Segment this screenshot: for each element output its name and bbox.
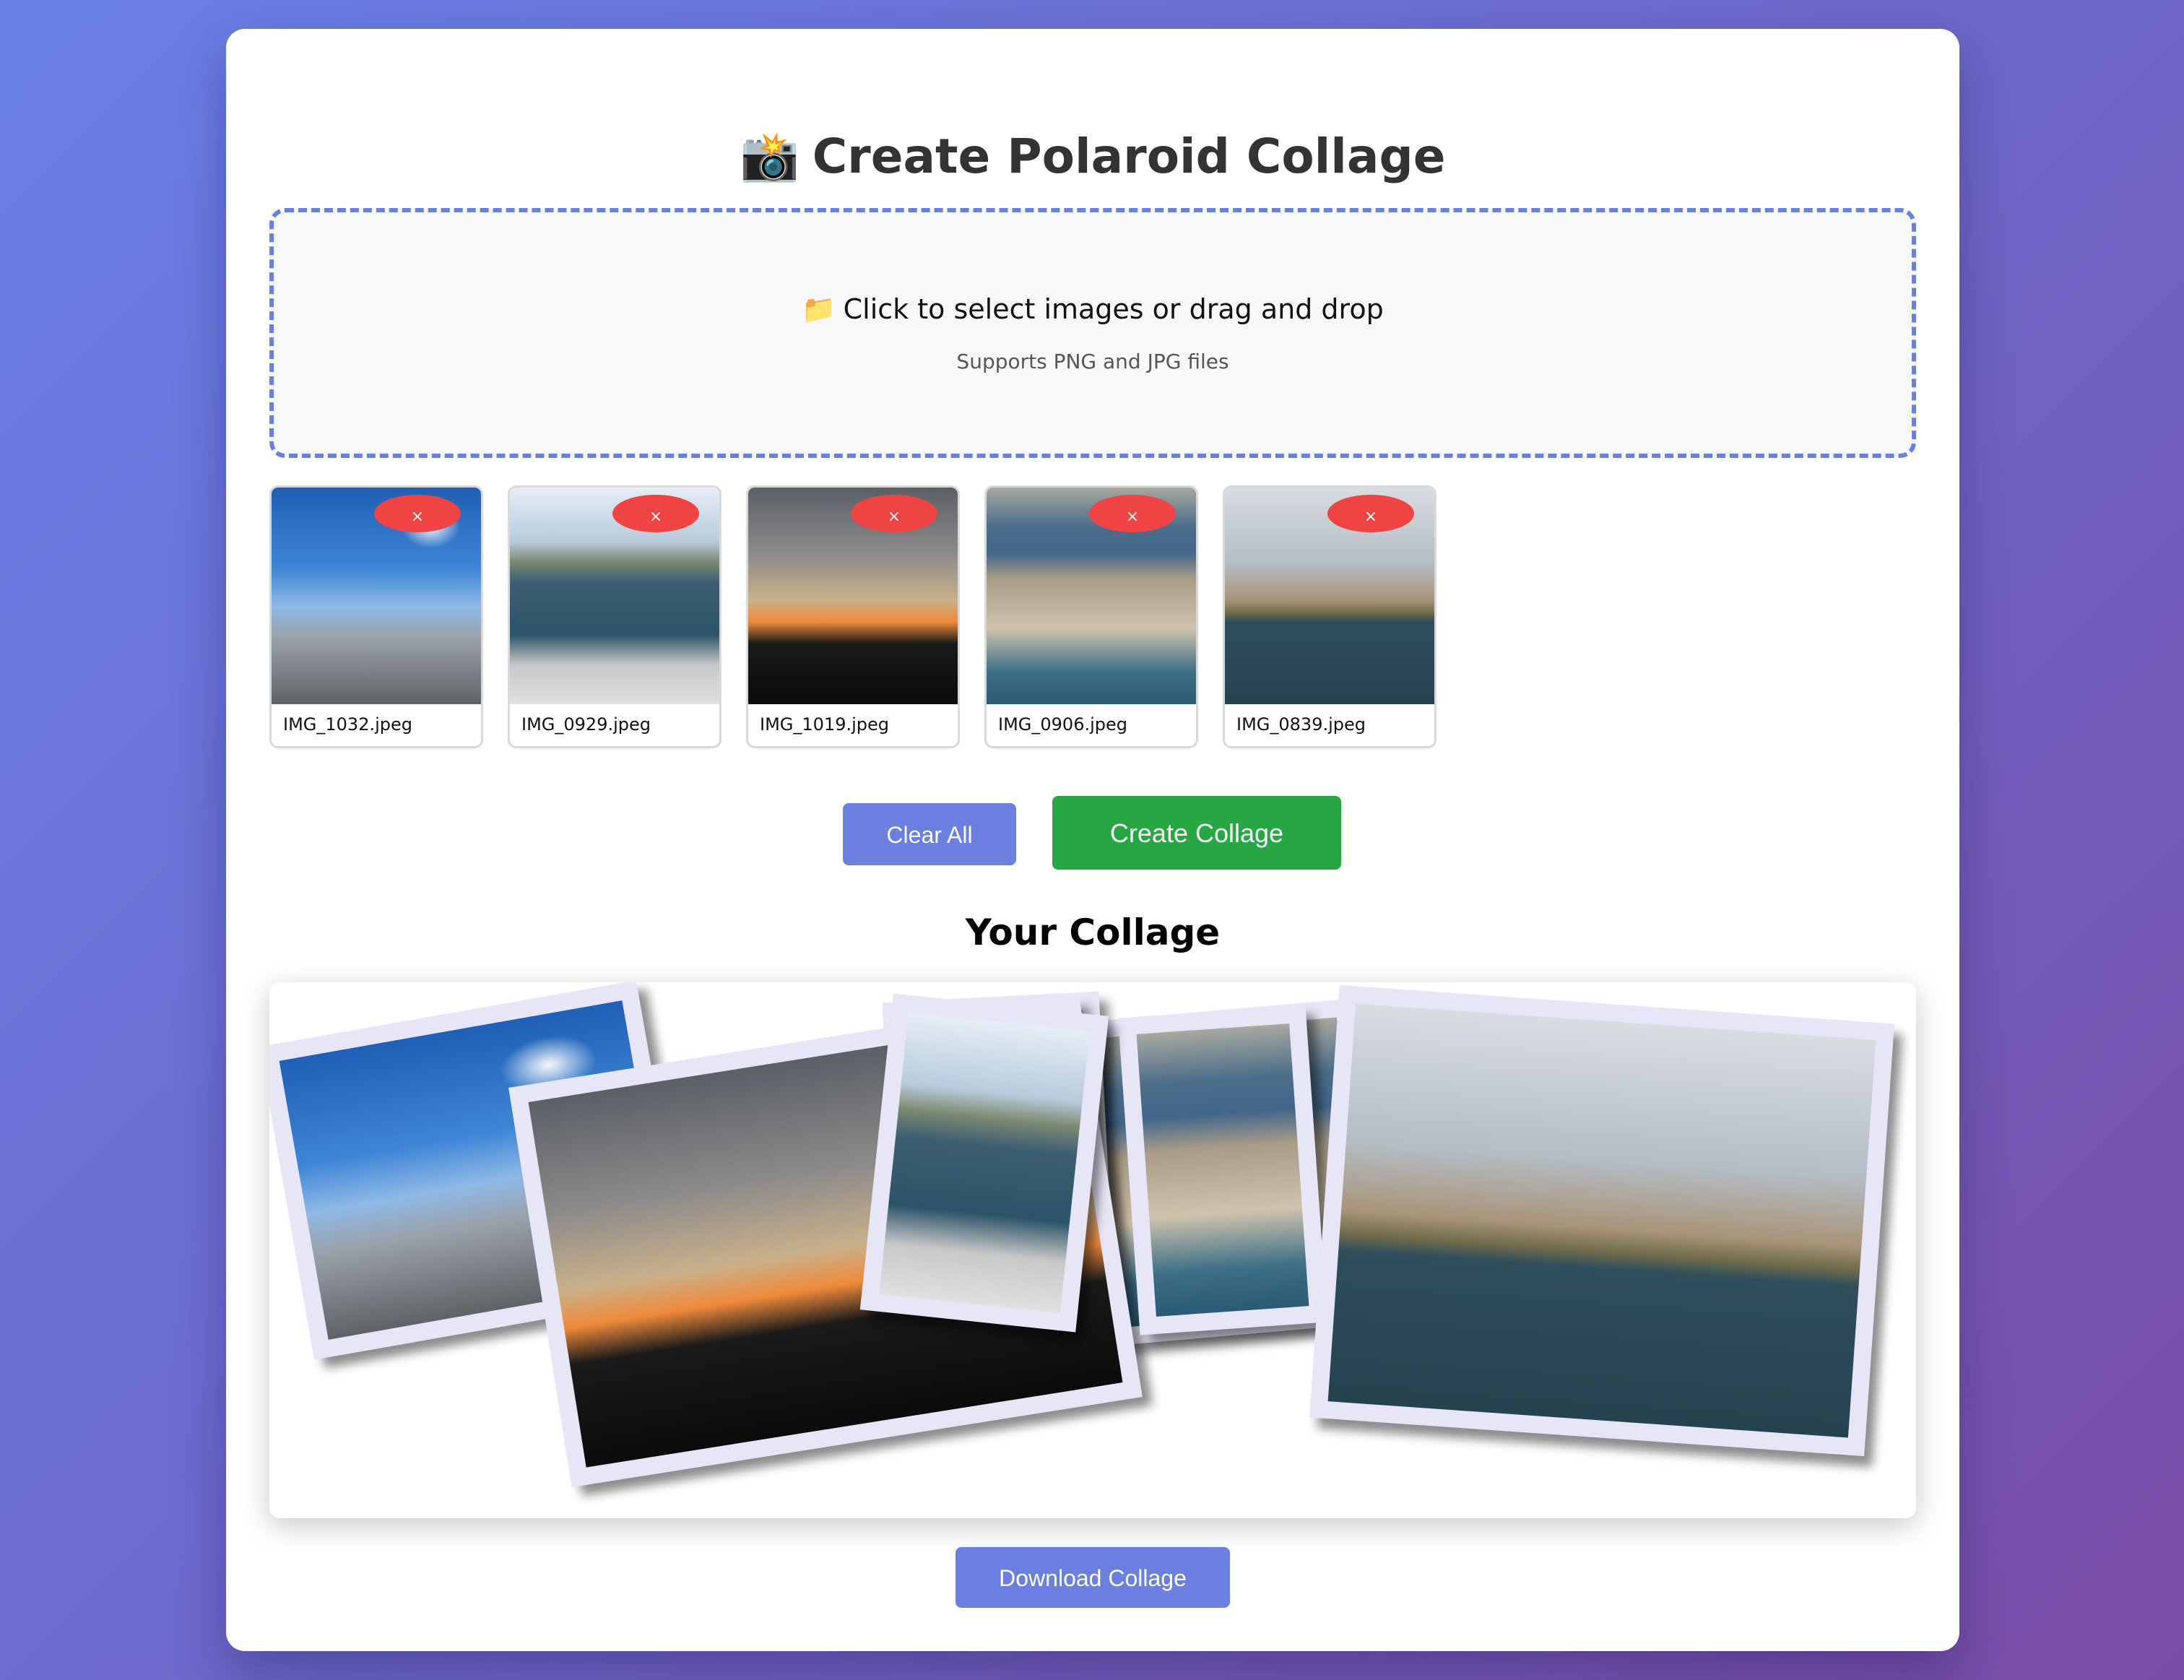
dropzone-subtext: Supports PNG and JPG files: [956, 350, 1229, 373]
create-collage-button[interactable]: Create Collage: [1052, 796, 1341, 870]
thumbnail-item: × IMG_0906.jpeg: [984, 485, 1198, 748]
dropzone-instructions: 📁 Click to select images or drag and drop: [274, 293, 1912, 326]
polaroid-photo: [1117, 1005, 1328, 1335]
thumbnail-item: × IMG_0929.jpeg: [508, 485, 722, 748]
image-dropzone[interactable]: 📁 Click to select images or drag and drop…: [269, 208, 1916, 458]
remove-image-button[interactable]: ×: [612, 495, 699, 532]
collage-photo: [879, 1012, 1090, 1314]
page-title-text: Create Polaroid Collage: [812, 129, 1446, 184]
remove-image-button[interactable]: ×: [851, 495, 937, 532]
page-title: 📸 Create Polaroid Collage: [226, 129, 1959, 185]
polaroid-photo: [859, 993, 1109, 1333]
thumbnail-filename: IMG_1019.jpeg: [760, 714, 889, 735]
thumbnail-filename: IMG_0906.jpeg: [998, 714, 1127, 735]
thumbnail-filename: IMG_0839.jpeg: [1236, 714, 1366, 735]
main-card: 📸 Create Polaroid Collage 📁 Click to selec…: [226, 29, 1959, 1651]
remove-image-button[interactable]: ×: [1089, 495, 1176, 532]
camera-flash-icon: 📸: [740, 129, 800, 184]
thumbnail-filename: IMG_1032.jpeg: [283, 714, 412, 735]
folder-icon: 📁: [802, 293, 836, 325]
thumbnail-filename: IMG_0929.jpeg: [521, 714, 651, 735]
collage-photo: [1136, 1023, 1309, 1317]
collage-canvas: [269, 982, 1916, 1518]
download-collage-button[interactable]: Download Collage: [956, 1547, 1230, 1608]
remove-image-button[interactable]: ×: [374, 495, 461, 532]
remove-image-button[interactable]: ×: [1327, 495, 1414, 532]
thumbnail-item: × IMG_0839.jpeg: [1223, 485, 1436, 748]
clear-all-button[interactable]: Clear All: [843, 803, 1016, 865]
polaroid-photo: [1309, 984, 1894, 1457]
collage-heading: Your Collage: [965, 912, 1221, 953]
thumbnail-item: × IMG_1019.jpeg: [746, 485, 960, 748]
collage-photo: [1327, 1003, 1876, 1438]
dropzone-text: Click to select images or drag and drop: [843, 293, 1384, 325]
thumbnail-item: × IMG_1032.jpeg: [269, 485, 483, 748]
